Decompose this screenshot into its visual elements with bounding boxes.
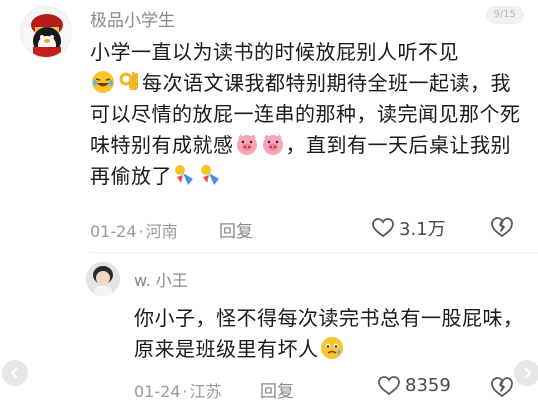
comment-date: 01-24 — [90, 222, 137, 241]
avatar[interactable] — [20, 6, 72, 58]
pig-face-emoji-icon — [236, 134, 257, 155]
comment-reply-button[interactable]: 回复 — [219, 217, 253, 242]
heart-icon — [372, 218, 394, 238]
reply-body: 你小子，怪不得每次读完书总有一股屁味，原来是班级里有坏人 — [134, 303, 524, 365]
meta-dot: · — [182, 382, 188, 401]
qq-penguin-avatar-icon — [21, 7, 71, 57]
reply-like-button[interactable]: 8359 — [378, 375, 451, 396]
comment-like-button[interactable]: 3.1万 — [372, 215, 446, 241]
heart-icon — [378, 375, 400, 395]
running-emoji-icon — [201, 165, 219, 185]
comment-dislike-button[interactable] — [490, 216, 514, 242]
comment-meta: 01-24 · 河南 — [90, 218, 178, 242]
laugh-tears-emoji-icon — [92, 71, 114, 93]
broken-heart-icon — [491, 217, 513, 237]
comment-location: 河南 — [145, 222, 178, 241]
reply-location: 江苏 — [189, 382, 222, 401]
reply-username[interactable]: w. 小王 — [134, 267, 188, 291]
reply-like-count: 8359 — [405, 375, 451, 396]
page-indicator: 9/15 — [485, 6, 524, 24]
comment-like-count: 3.1万 — [399, 219, 446, 240]
meta-dot: · — [138, 222, 144, 241]
reply-meta: 01-24 · 江苏 — [134, 378, 222, 402]
pig-face-emoji-icon — [262, 134, 283, 155]
comment-username[interactable]: 极品小学生 — [90, 6, 175, 31]
worried-face-emoji-icon — [320, 337, 343, 359]
next-page-button[interactable] — [514, 360, 538, 386]
running-emoji-icon — [175, 165, 193, 185]
reply-date: 01-24 — [134, 382, 181, 401]
divider — [90, 252, 538, 253]
ok-hand-emoji-icon — [119, 72, 138, 90]
prev-page-button[interactable] — [2, 360, 28, 386]
comment-text-1: 小学一直以为读书的时候放屁别人听不见 — [90, 40, 459, 64]
reply-reply-button[interactable]: 回复 — [260, 377, 294, 402]
chevron-left-icon — [10, 367, 18, 379]
comment-body: 小学一直以为读书的时候放屁别人听不见 每次语文课我都特别期待全班一起读，我可以尽… — [90, 37, 530, 192]
chevron-right-icon — [524, 367, 532, 379]
reply-avatar[interactable] — [86, 262, 120, 296]
reply-dislike-button[interactable] — [490, 376, 514, 402]
person-avatar-icon — [86, 262, 120, 296]
broken-heart-icon — [491, 377, 513, 397]
